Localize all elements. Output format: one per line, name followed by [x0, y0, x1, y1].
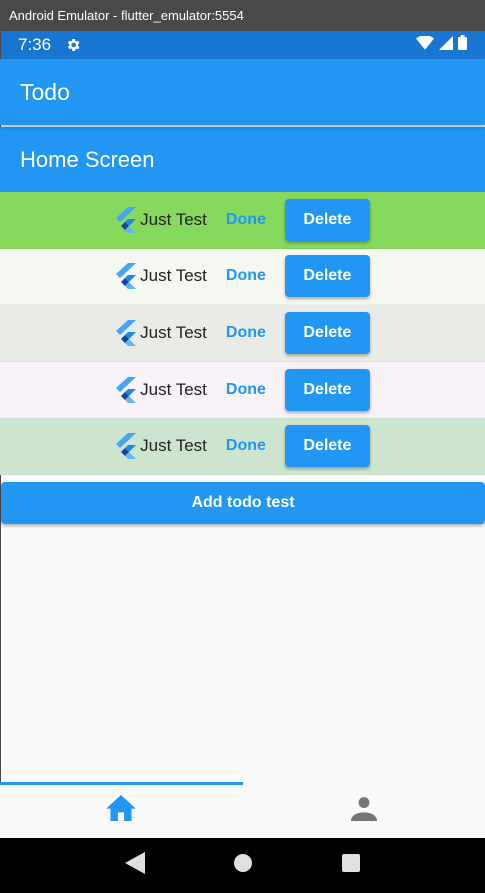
todo-row: Just Test Done Delete [0, 248, 485, 306]
battery-icon [458, 35, 467, 55]
done-button[interactable]: Done [226, 381, 266, 399]
todo-row: Just Test Done Delete [0, 192, 485, 249]
recents-icon[interactable] [342, 854, 361, 877]
done-button[interactable]: Done [226, 211, 266, 229]
status-icons [416, 34, 467, 55]
tab-profile[interactable] [243, 782, 485, 838]
emulator-window-title: Android Emulator - flutter_emulator:5554 [0, 0, 485, 31]
todo-text: Just Test [140, 322, 207, 342]
todo-text: Just Test [140, 379, 207, 399]
todo-text: Just Test [140, 266, 207, 286]
todo-row: Just Test Done Delete [0, 305, 485, 362]
signal-icon [439, 35, 453, 55]
screen-header: Home Screen [0, 127, 485, 192]
todo-row: Just Test Done Delete [0, 418, 485, 475]
wifi-icon [416, 34, 434, 55]
flutter-logo-icon [115, 376, 137, 403]
home-circle-icon[interactable] [234, 854, 253, 877]
delete-button[interactable]: Delete [284, 311, 370, 354]
status-time: 7:36 [18, 35, 52, 54]
flutter-logo-icon [115, 433, 137, 460]
back-icon[interactable] [124, 852, 145, 879]
done-button[interactable]: Done [226, 267, 266, 285]
delete-button[interactable]: Delete [284, 425, 370, 468]
delete-button[interactable]: Delete [284, 198, 370, 241]
app-bar: Todo [0, 59, 485, 125]
bottom-navigation [0, 782, 485, 838]
page-title: Home Screen [20, 146, 155, 172]
todo-text: Just Test [140, 209, 207, 229]
gear-icon [65, 37, 81, 53]
delete-button[interactable]: Delete [284, 255, 370, 298]
flutter-logo-icon [115, 319, 137, 346]
add-todo-button[interactable]: Add todo test [1, 482, 485, 524]
tab-home[interactable] [0, 782, 243, 838]
android-navigation-bar [0, 838, 485, 893]
android-status-bar: 7:36 [0, 31, 485, 59]
todo-list: Just Test Done Delete Just Test Done Del… [0, 192, 485, 475]
home-icon [106, 794, 137, 826]
todo-row: Just Test Done Delete [0, 361, 485, 419]
app-bar-title: Todo [20, 78, 70, 105]
flutter-logo-icon [115, 206, 137, 233]
person-icon [350, 795, 377, 826]
flutter-logo-icon [115, 263, 137, 290]
todo-text: Just Test [140, 436, 207, 456]
delete-button[interactable]: Delete [284, 368, 370, 411]
done-button[interactable]: Done [226, 324, 266, 342]
done-button[interactable]: Done [226, 437, 266, 455]
